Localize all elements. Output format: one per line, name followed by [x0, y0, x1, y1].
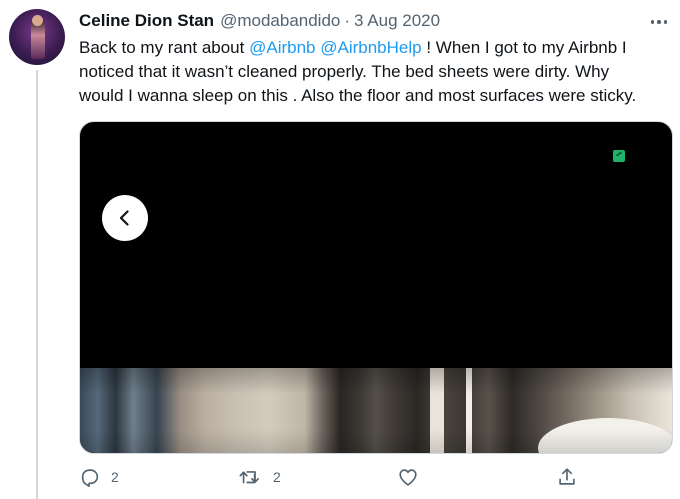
edit-badge-icon — [613, 150, 625, 162]
share-icon — [559, 468, 575, 485]
tweet-header: Celine Dion Stan @modabandido · 3 Aug 20… — [79, 11, 440, 33]
tweet-actions: 2 2 — [79, 466, 674, 496]
author-name[interactable]: Celine Dion Stan — [79, 11, 214, 31]
tweet-date[interactable]: 3 Aug 2020 — [354, 11, 440, 31]
tweet-text-segment: Back to my rant about — [79, 38, 250, 57]
retweet-button[interactable]: 2 — [237, 466, 281, 488]
more-dot — [650, 20, 655, 24]
tweet-text-segment: ! When I got to my Airbnb I — [421, 38, 627, 57]
meta-separator: · — [344, 11, 351, 30]
retweet-icon — [239, 471, 260, 484]
more-dot — [657, 20, 661, 24]
photo-shade — [80, 368, 672, 453]
author-handle[interactable]: @modabandido — [220, 11, 340, 31]
tweet-text-line: Back to my rant about @Airbnb @AirbnbHel… — [79, 36, 674, 60]
more-options-icon[interactable] — [648, 12, 670, 32]
mention-airbnb-link[interactable]: @Airbnb — [249, 38, 315, 57]
tweet-text-line: would I wanna sleep on this . Also the f… — [79, 86, 637, 105]
chevron-left-glyph — [119, 210, 129, 226]
more-dot — [663, 20, 668, 24]
retweet-count: 2 — [273, 469, 281, 485]
reply-count: 2 — [111, 469, 119, 485]
tweet-media[interactable] — [79, 121, 673, 454]
like-button[interactable] — [397, 466, 429, 488]
reply-icon — [81, 469, 99, 487]
reply-button[interactable]: 2 — [79, 466, 119, 488]
tweet-text-line: noticed that it wasn’t cleaned properly.… — [79, 62, 610, 81]
heart-icon — [399, 469, 417, 486]
share-button[interactable] — [556, 466, 588, 488]
tweet-text: Back to my rant about @Airbnb @AirbnbHel… — [79, 36, 674, 108]
avatar-head — [32, 15, 43, 26]
avatar[interactable] — [9, 9, 65, 65]
mention-airbnbhelp-link[interactable]: @AirbnbHelp — [320, 38, 421, 57]
chevron-left-icon[interactable] — [102, 195, 148, 241]
thread-line — [36, 70, 38, 499]
